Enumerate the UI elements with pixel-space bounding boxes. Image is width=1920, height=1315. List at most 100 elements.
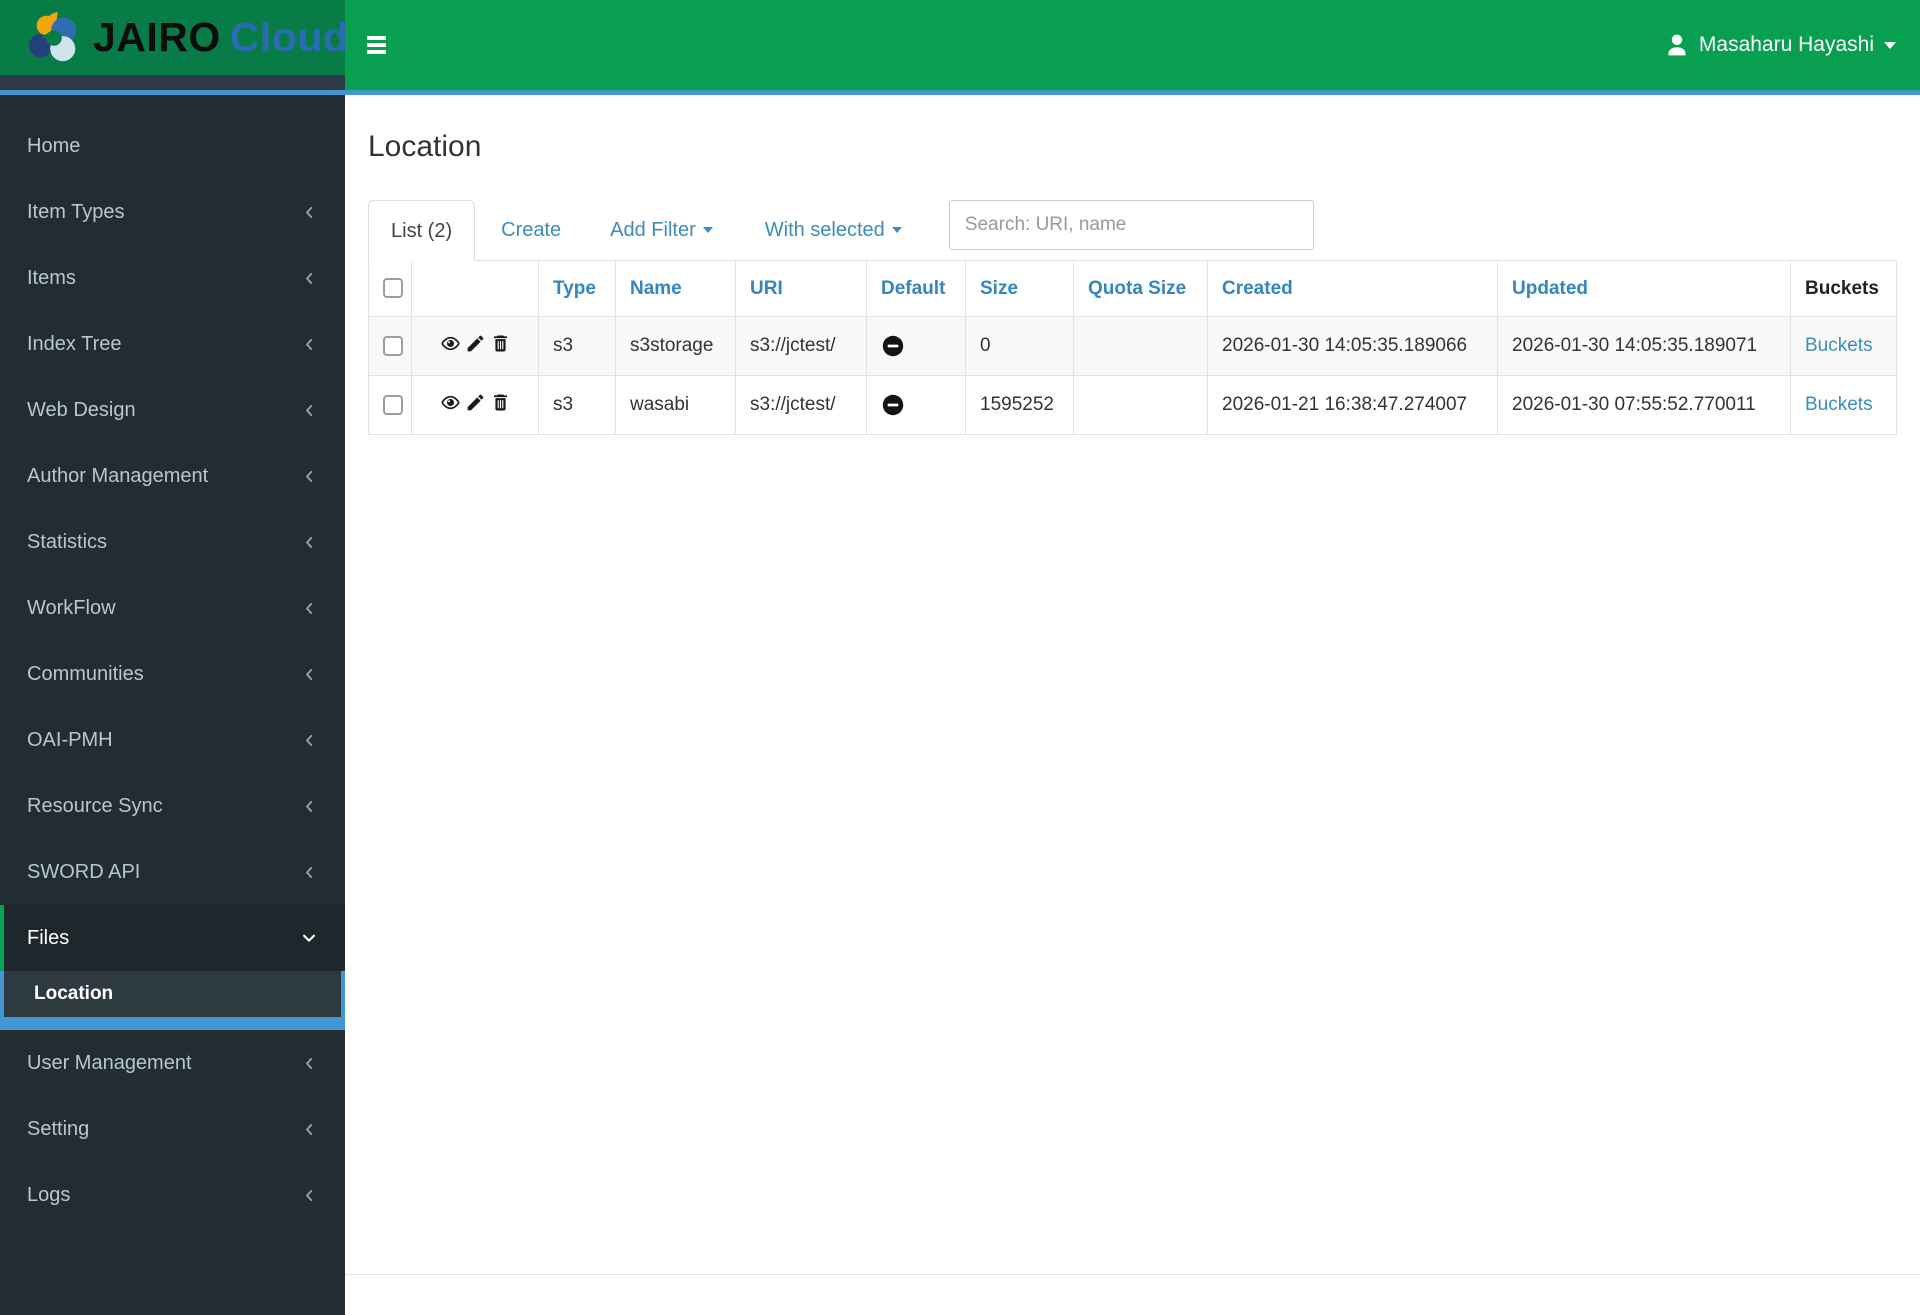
delete-icon[interactable]: [490, 392, 511, 419]
with-selected-dropdown[interactable]: With selected: [765, 219, 902, 242]
column-header-created[interactable]: Created: [1207, 260, 1498, 317]
column-header-name[interactable]: Name: [615, 260, 736, 317]
sidebar-item-label: Web Design: [27, 398, 136, 421]
sidebar: Home Item Types Items Index Tree Web Design A…: [0, 95, 345, 1315]
sidebar-item-resource-sync[interactable]: Resource Sync: [0, 773, 345, 839]
minus-circle-icon: [881, 393, 951, 417]
cell-size: 0: [965, 316, 1074, 376]
sidebar-item-home[interactable]: Home: [0, 113, 345, 179]
create-link[interactable]: Create: [501, 219, 561, 242]
cell-created: 2026-01-21 16:38:47.274007: [1207, 375, 1498, 435]
sidebar-item-web-design[interactable]: Web Design: [0, 377, 345, 443]
chevron-left-icon: [301, 666, 318, 683]
caret-down-icon: [891, 227, 902, 233]
column-header-default[interactable]: Default: [866, 260, 966, 317]
cell-type: s3: [538, 375, 616, 435]
cell-quota-size: [1073, 375, 1208, 435]
sidebar-item-index-tree[interactable]: Index Tree: [0, 311, 345, 377]
chevron-left-icon: [301, 468, 318, 485]
top-navbar: Masaharu Hayashi: [345, 0, 1920, 90]
buckets-link[interactable]: Buckets: [1805, 394, 1873, 415]
table-header-row: Type Name URI Default Size Quota Size Created U…: [368, 260, 1897, 317]
edit-icon[interactable]: [465, 333, 486, 360]
column-header-updated[interactable]: Updated: [1497, 260, 1791, 317]
sidebar-toggle-button[interactable]: [367, 33, 387, 57]
chevron-left-icon: [301, 402, 318, 419]
sidebar-submenu-files: Location: [0, 971, 345, 1017]
logo-text: JAIRO Cloud: [93, 14, 348, 61]
chevron-left-icon: [301, 534, 318, 551]
tab-list-label: List (2): [391, 219, 453, 242]
tab-list[interactable]: List (2): [368, 200, 476, 261]
cell-size: 1595252: [965, 375, 1074, 435]
sidebar-item-statistics[interactable]: Statistics: [0, 509, 345, 575]
table-row: s3 wasabi s3://jctest/1595252 2026-01-21 16…: [368, 375, 1897, 435]
select-all-checkbox[interactable]: [383, 278, 403, 299]
column-header-quota-size[interactable]: Quota Size: [1073, 260, 1208, 317]
row-actions-cell: [411, 375, 539, 435]
row-checkbox[interactable]: [383, 394, 403, 415]
sidebar-item-label: OAI-PMH: [27, 728, 113, 751]
chevron-left-icon: [301, 204, 318, 221]
sidebar-item-items[interactable]: Items: [0, 245, 345, 311]
edit-icon[interactable]: [465, 392, 486, 419]
sidebar-item-label: Communities: [27, 662, 144, 685]
sidebar-item-label: Setting: [27, 1117, 90, 1140]
sidebar-menu: Home Item Types Items Index Tree Web Design A…: [0, 113, 345, 1228]
cell-uri: s3://jctest/: [735, 316, 867, 376]
sidebar-item-item-types[interactable]: Item Types: [0, 179, 345, 245]
add-filter-dropdown[interactable]: Add Filter: [610, 219, 713, 242]
sidebar-item-label: Items: [27, 266, 76, 289]
column-header-uri[interactable]: URI: [735, 260, 867, 317]
sidebar-item-communities[interactable]: Communities: [0, 641, 345, 707]
sidebar-item-workflow[interactable]: WorkFlow: [0, 575, 345, 641]
sidebar-item-user-management[interactable]: User Management: [0, 1030, 345, 1096]
cell-updated: 2026-01-30 14:05:35.189071: [1497, 316, 1791, 376]
sidebar-item-label: Home: [27, 134, 81, 157]
column-header-type[interactable]: Type: [538, 260, 616, 317]
row-select-cell: [368, 316, 412, 376]
sidebar-item-label: Author Management: [27, 464, 209, 487]
sidebar-item-sword-api[interactable]: SWORD API: [0, 839, 345, 905]
column-header-buckets: Buckets: [1790, 260, 1897, 317]
chevron-left-icon: [301, 864, 318, 881]
with-selected-label: With selected: [764, 218, 885, 241]
user-menu[interactable]: Masaharu Hayashi: [1665, 33, 1896, 57]
sidebar-item-label: Statistics: [27, 530, 108, 553]
cell-updated: 2026-01-30 07:55:52.770011: [1497, 375, 1791, 435]
caret-down-icon: [702, 227, 713, 233]
chevron-left-icon: [301, 1187, 318, 1204]
sidebar-item-label: Resource Sync: [27, 794, 163, 817]
column-header-size[interactable]: Size: [965, 260, 1074, 317]
toolbar: List (2) Create Add Filter With selected: [368, 200, 1920, 261]
row-checkbox[interactable]: [383, 335, 403, 356]
view-icon[interactable]: [440, 333, 461, 360]
logo-background: JAIRO Cloud: [0, 0, 348, 75]
select-all-header-cell: [368, 260, 412, 317]
sidebar-item-setting[interactable]: Setting: [0, 1096, 345, 1162]
sidebar-item-label: Index Tree: [27, 332, 122, 355]
sidebar-item-author-management[interactable]: Author Management: [0, 443, 345, 509]
sidebar-subitem-location[interactable]: Location: [0, 971, 345, 1017]
sidebar-item-files[interactable]: Files: [0, 905, 345, 971]
search-input[interactable]: [948, 200, 1314, 250]
logo[interactable]: JAIRO Cloud: [0, 0, 348, 90]
view-icon[interactable]: [440, 392, 461, 419]
buckets-link[interactable]: Buckets: [1805, 335, 1873, 356]
delete-icon[interactable]: [490, 333, 511, 360]
cell-default: [866, 375, 966, 435]
chevron-left-icon: [301, 1121, 318, 1138]
row-actions-cell: [411, 316, 539, 376]
sidebar-item-label: WorkFlow: [27, 596, 116, 619]
sidebar-item-oai-pmh[interactable]: OAI-PMH: [0, 707, 345, 773]
sidebar-item-label: Logs: [27, 1183, 71, 1206]
cell-name: s3storage: [615, 316, 736, 376]
main-content: Location List (2) Create Add Filter With…: [345, 95, 1920, 1315]
cell-uri: s3://jctest/: [735, 375, 867, 435]
active-submenu-accent-bar: [0, 1017, 345, 1030]
hamburger-icon: [367, 36, 386, 40]
chevron-left-icon: [301, 732, 318, 749]
chevron-left-icon: [301, 336, 318, 353]
minus-circle-icon: [881, 334, 951, 358]
sidebar-item-logs[interactable]: Logs: [0, 1162, 345, 1228]
